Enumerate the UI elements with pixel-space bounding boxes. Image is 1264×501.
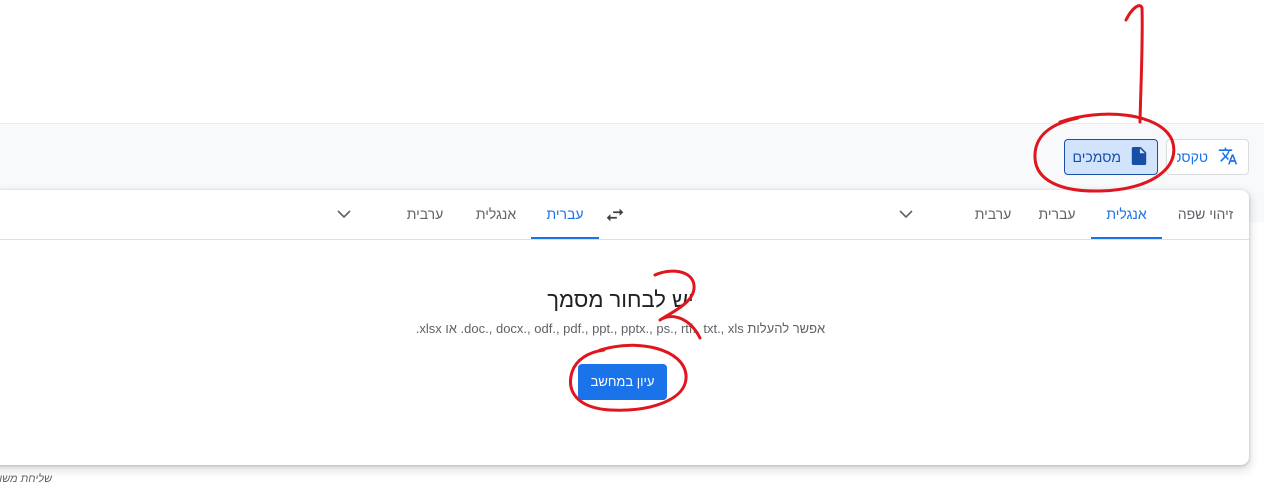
language-bar: זיהוי שפה אנגלית עברית ערבית עברית אנגלי… <box>0 190 1249 240</box>
text-mode-label: טקסט <box>1177 149 1208 165</box>
upload-title: יש לבחור מסמך <box>547 287 694 312</box>
target-tab-hebrew[interactable]: עברית <box>531 190 599 239</box>
feedback-link[interactable]: שליחת משוב <box>0 473 52 485</box>
source-tab-arabic[interactable]: ערבית <box>964 190 1022 239</box>
source-chevron-down-icon[interactable] <box>898 206 914 222</box>
browse-computer-button[interactable]: עיון במחשב <box>578 364 667 400</box>
target-tab-arabic[interactable]: ערבית <box>396 190 454 239</box>
translation-card: זיהוי שפה אנגלית עברית ערבית עברית אנגלי… <box>0 190 1249 465</box>
target-tab-english[interactable]: אנגלית <box>467 190 525 239</box>
documents-mode-label: מסמכים <box>1072 149 1121 165</box>
page-top <box>0 0 1264 123</box>
target-chevron-down-icon[interactable] <box>336 206 352 222</box>
swap-icon[interactable] <box>604 204 626 226</box>
text-mode-button[interactable]: טקסט <box>1166 139 1249 175</box>
supported-formats-text: אפשר להעלות doc., docx., odf., pdf., ppt… <box>415 321 826 336</box>
documents-mode-button[interactable]: מסמכים <box>1064 139 1158 175</box>
document-icon <box>1131 146 1147 168</box>
translate-icon <box>1218 146 1238 169</box>
source-tab-english[interactable]: אנגלית <box>1091 190 1162 239</box>
source-detect-language-tab[interactable]: זיהוי שפה <box>1162 190 1249 239</box>
source-tab-hebrew[interactable]: עברית <box>1028 190 1086 239</box>
